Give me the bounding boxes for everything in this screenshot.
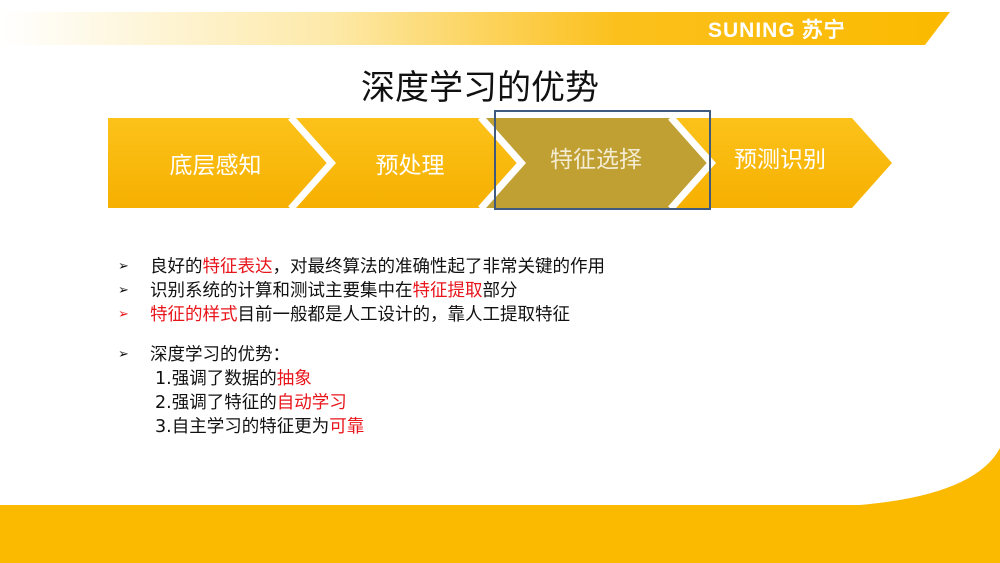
bullet-arrow-icon: ➢ xyxy=(118,259,129,274)
bullet-arrow-icon: ➢ xyxy=(118,283,129,298)
step-2-label: 预处理 xyxy=(375,153,445,179)
logo-text: SUNING xyxy=(708,19,796,42)
sub-text: 2.强调了特征的 xyxy=(155,393,277,413)
selection-highlight-box xyxy=(494,110,711,210)
sub-item: 2.强调了特征的自动学习 xyxy=(118,391,818,415)
bullet-text: ，对最终算法的准确性起了非常关键的作用 xyxy=(272,257,606,277)
sub-highlight: 自动学习 xyxy=(276,393,347,413)
bullet-text: 识别系统的计算和测试主要集中在 xyxy=(150,281,413,301)
logo-cn: 苏宁 xyxy=(801,18,846,42)
bullet-text: 目前一般都是人工设计的，靠人工提取特征 xyxy=(237,305,571,325)
sub-highlight: 可靠 xyxy=(329,417,365,437)
sub-item: 3.自主学习的特征更为可靠 xyxy=(118,415,818,439)
bottom-band xyxy=(0,448,1000,563)
bullet-text: 深度学习的优势： xyxy=(150,345,290,365)
sub-text: 3.自主学习的特征更为 xyxy=(155,417,330,437)
bullet-item: ➢ 深度学习的优势： xyxy=(118,343,818,367)
bullet-text: 良好的 xyxy=(150,257,203,277)
bullet-item: ➢ 特征的样式 目前一般都是人工设计的，靠人工提取特征 xyxy=(118,303,818,327)
bullet-item: ➢ 识别系统的计算和测试主要集中在 特征提取 部分 xyxy=(118,279,818,303)
sub-text: 1.强调了数据的 xyxy=(155,369,277,389)
bullet-highlight: 特征的样式 xyxy=(150,305,238,325)
suning-logo: SUNING 苏宁 xyxy=(708,14,846,44)
bullet-highlight: 特征提取 xyxy=(412,281,483,301)
step-4-label: 预测识别 xyxy=(734,147,826,173)
bullet-highlight: 特征表达 xyxy=(202,257,273,277)
sub-highlight: 抽象 xyxy=(276,369,312,389)
bullet-list: ➢ 良好的 特征表达 ，对最终算法的准确性起了非常关键的作用 ➢ 识别系统的计算和测… xyxy=(118,255,818,439)
bullet-text: 部分 xyxy=(482,281,518,301)
bullet-item: ➢ 良好的 特征表达 ，对最终算法的准确性起了非常关键的作用 xyxy=(118,255,818,279)
step-1-label: 底层感知 xyxy=(169,153,262,179)
sub-item: 1.强调了数据的抽象 xyxy=(118,367,818,391)
bullet-arrow-icon: ➢ xyxy=(118,307,129,322)
slide-title: 深度学习的优势 xyxy=(361,68,599,108)
bullet-arrow-icon: ➢ xyxy=(118,347,129,362)
